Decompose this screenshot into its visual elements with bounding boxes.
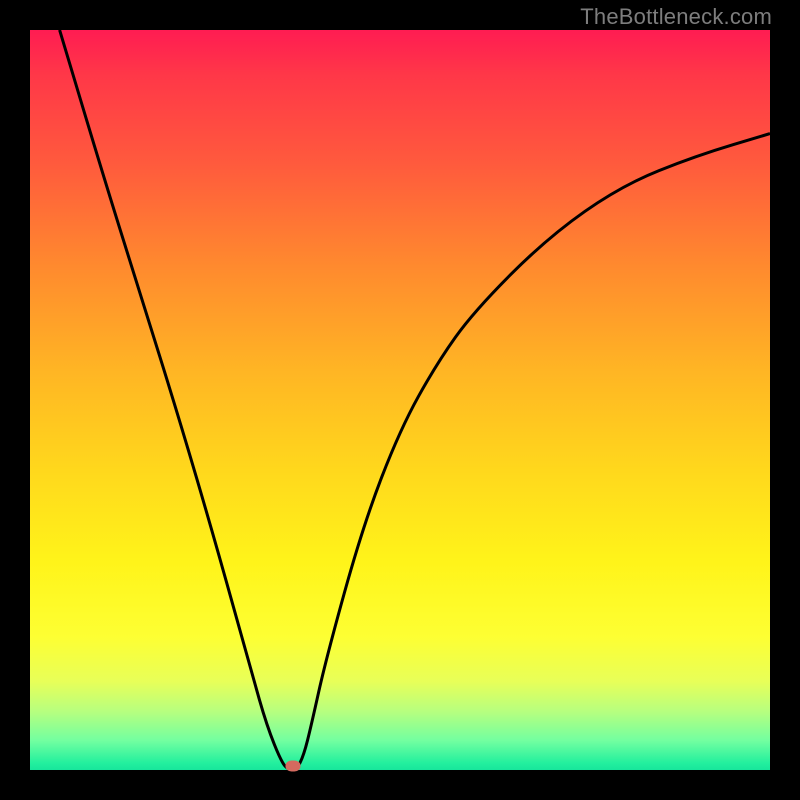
watermark-label: TheBottleneck.com [580, 4, 772, 30]
bottleneck-curve [60, 30, 770, 770]
chart-frame: TheBottleneck.com [0, 0, 800, 800]
plot-area [30, 30, 770, 770]
minimum-marker [285, 761, 300, 772]
curve-svg [30, 30, 770, 770]
